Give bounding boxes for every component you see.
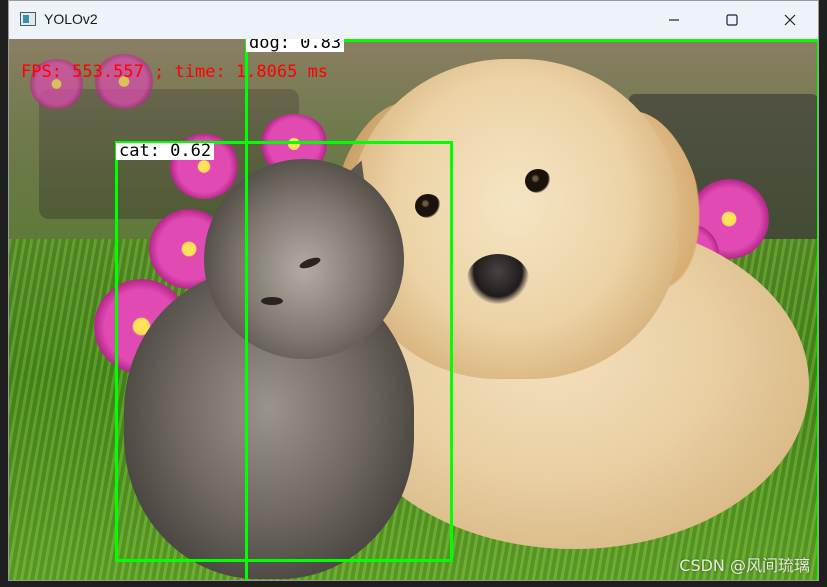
close-button[interactable] — [761, 1, 818, 39]
cat-bounding-box — [115, 141, 453, 562]
minimize-icon — [669, 19, 679, 21]
cat-detection-label: cat: 0.62 — [116, 143, 215, 160]
window-app-icon — [20, 12, 36, 26]
window-title: YOLOv2 — [44, 11, 98, 27]
app-window: YOLOv2 dog: 0.83 cat: 0.62 FPS: 553.557 … — [8, 0, 819, 581]
fps-readout: FPS: 553.557 ; time: 1.8065 ms — [21, 62, 329, 82]
watermark: CSDN @风间琉璃 — [679, 556, 810, 575]
maximize-icon — [726, 14, 738, 26]
minimize-button[interactable] — [645, 1, 703, 39]
dog-detection-label: dog: 0.83 — [246, 39, 345, 52]
detection-image-canvas: dog: 0.83 cat: 0.62 FPS: 553.557 ; time:… — [9, 39, 818, 580]
maximize-button[interactable] — [703, 1, 761, 39]
close-icon — [784, 14, 796, 26]
title-bar[interactable]: YOLOv2 — [9, 1, 818, 39]
